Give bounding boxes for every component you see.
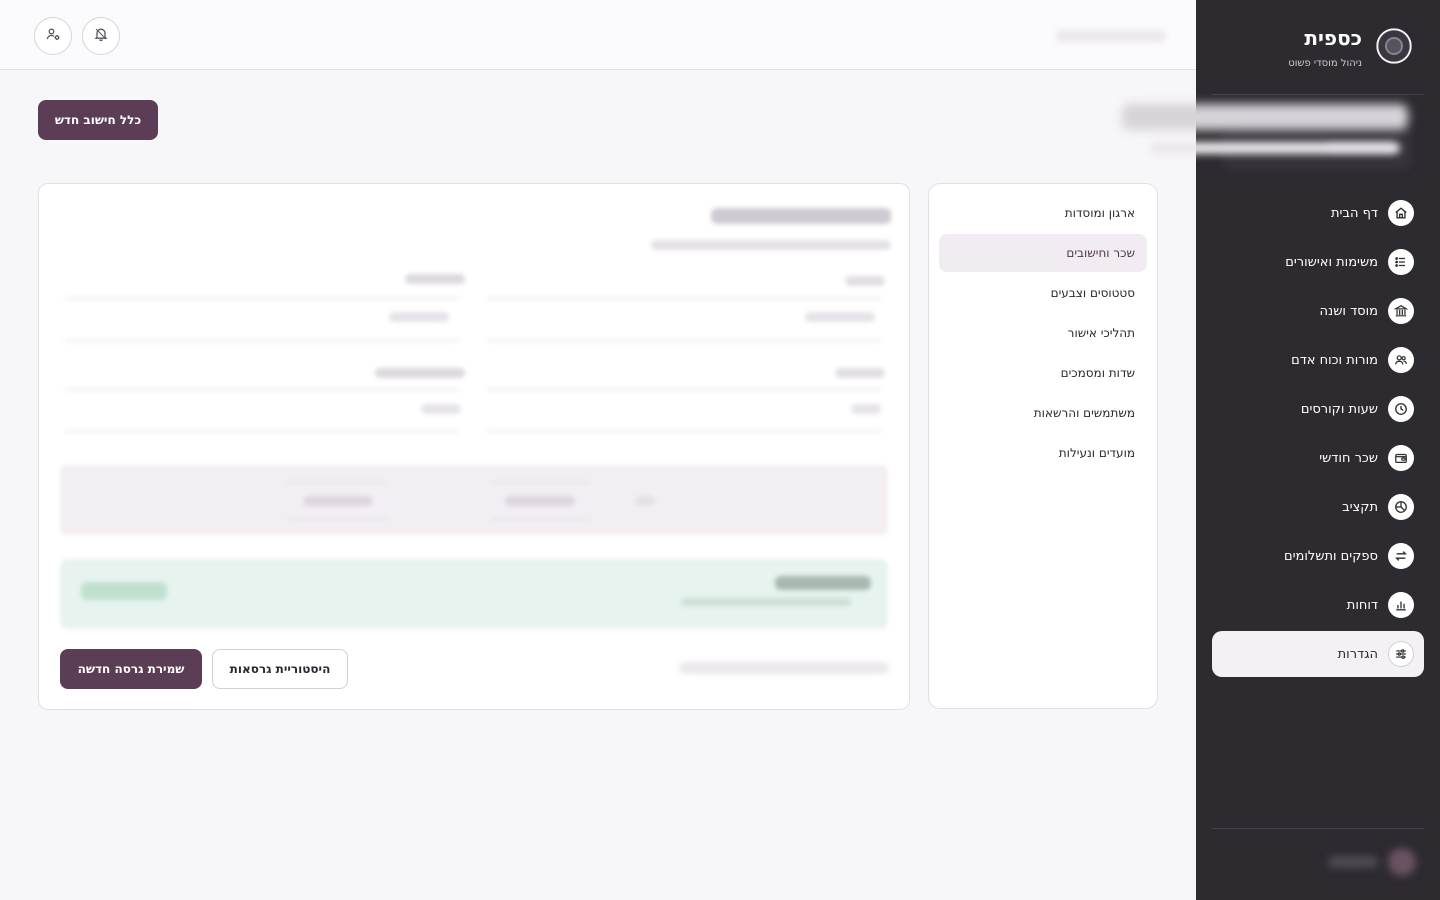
blurred-page-subtitle bbox=[1150, 142, 1400, 154]
settings-item-fields-documents[interactable]: שדות ומסמכים bbox=[939, 354, 1147, 392]
sidebar-item-reports[interactable]: דוחות bbox=[1212, 582, 1424, 628]
sidebar-item-label: מורות וכוח אדם bbox=[1291, 352, 1378, 368]
sidebar-bottom-divider bbox=[1212, 828, 1424, 829]
sidebar: כספית ניהול מוסדי פשוט דף הבית משימות וא… bbox=[1196, 0, 1440, 900]
sidebar-item-label: דוחות bbox=[1346, 597, 1378, 613]
brand-logo bbox=[1374, 26, 1414, 66]
settings-item-payroll-calculations[interactable]: שכר וחישובים bbox=[939, 234, 1147, 272]
sidebar-item-vendors[interactable]: ספקים ותשלומים bbox=[1212, 533, 1424, 579]
settings-menu: ארגון ומוסדות שכר וחישובים סטטוסים וצבעי… bbox=[928, 183, 1158, 709]
sidebar-item-label: מוסד ושנה bbox=[1319, 303, 1379, 319]
payroll-settings-panel: היסטוריית גרסאות שמירת גרסה חדשה bbox=[38, 183, 910, 710]
brand: כספית ניהול מוסדי פשוט bbox=[1224, 26, 1414, 74]
blurred-breadcrumb bbox=[1056, 30, 1166, 42]
sidebar-item-hours[interactable]: שעות וקורסים bbox=[1212, 386, 1424, 432]
sidebar-item-settings[interactable]: הגדרות bbox=[1212, 631, 1424, 677]
sidebar-item-budget[interactable]: תקציב bbox=[1212, 484, 1424, 530]
sidebar-item-label: תקציב bbox=[1342, 499, 1378, 515]
version-history-button[interactable]: היסטוריית גרסאות bbox=[212, 649, 348, 689]
new-calculation-rule-button[interactable]: כלל חישוב חדש bbox=[38, 100, 158, 140]
list-icon bbox=[1388, 249, 1414, 275]
notifications-button[interactable] bbox=[82, 17, 120, 55]
user-settings-icon bbox=[45, 26, 61, 46]
brand-subtitle: ניהול מוסדי פשוט bbox=[1288, 58, 1362, 69]
bar-chart-icon bbox=[1388, 592, 1414, 618]
save-new-version-button[interactable]: שמירת גרסה חדשה bbox=[60, 649, 202, 689]
blurred-user-profile[interactable] bbox=[1316, 846, 1416, 878]
sidebar-divider bbox=[1212, 94, 1424, 95]
sidebar-item-institution[interactable]: מוסד ושנה bbox=[1212, 288, 1424, 334]
settings-item-deadlines-locks[interactable]: מועדים ונעילות bbox=[939, 434, 1147, 472]
sidebar-item-label: דף הבית bbox=[1330, 205, 1378, 221]
settings-item-approval-flows[interactable]: תהליכי אישור bbox=[939, 314, 1147, 352]
brand-title: כספית bbox=[1304, 26, 1362, 50]
settings-item-organization[interactable]: ארגון ומוסדות bbox=[939, 194, 1147, 232]
sidebar-item-staff[interactable]: מורות וכוח אדם bbox=[1212, 337, 1424, 383]
sliders-icon bbox=[1388, 641, 1414, 667]
pie-icon bbox=[1388, 494, 1414, 520]
user-menu-button[interactable] bbox=[34, 17, 72, 55]
topbar bbox=[0, 0, 1196, 70]
sidebar-item-payroll[interactable]: שכר חודשי bbox=[1212, 435, 1424, 481]
sidebar-item-label: שעות וקורסים bbox=[1300, 401, 1378, 417]
sidebar-item-tasks[interactable]: משימות ואישורים bbox=[1212, 239, 1424, 285]
users-icon bbox=[1388, 347, 1414, 373]
sidebar-item-label: ספקים ותשלומים bbox=[1283, 548, 1378, 564]
sidebar-nav: דף הבית משימות ואישורים מוסד ושנה מורות … bbox=[1212, 190, 1424, 680]
sidebar-item-home[interactable]: דף הבית bbox=[1212, 190, 1424, 236]
wallet-icon bbox=[1388, 445, 1414, 471]
institution-icon bbox=[1388, 298, 1414, 324]
bell-icon bbox=[93, 26, 109, 46]
sidebar-item-label: משימות ואישורים bbox=[1285, 254, 1378, 270]
sidebar-item-label: הגדרות bbox=[1337, 646, 1378, 662]
blurred-page-title bbox=[1122, 104, 1408, 130]
settings-item-statuses-colors[interactable]: סטטוסים וצבעים bbox=[939, 274, 1147, 312]
settings-item-users-permissions[interactable]: משתמשים והרשאות bbox=[939, 394, 1147, 432]
transfer-icon bbox=[1388, 543, 1414, 569]
home-icon bbox=[1388, 200, 1414, 226]
clock-icon bbox=[1388, 396, 1414, 422]
sidebar-item-label: שכר חודשי bbox=[1319, 450, 1378, 466]
blurred-form-content bbox=[39, 184, 909, 644]
blurred-footer-note bbox=[679, 662, 889, 674]
